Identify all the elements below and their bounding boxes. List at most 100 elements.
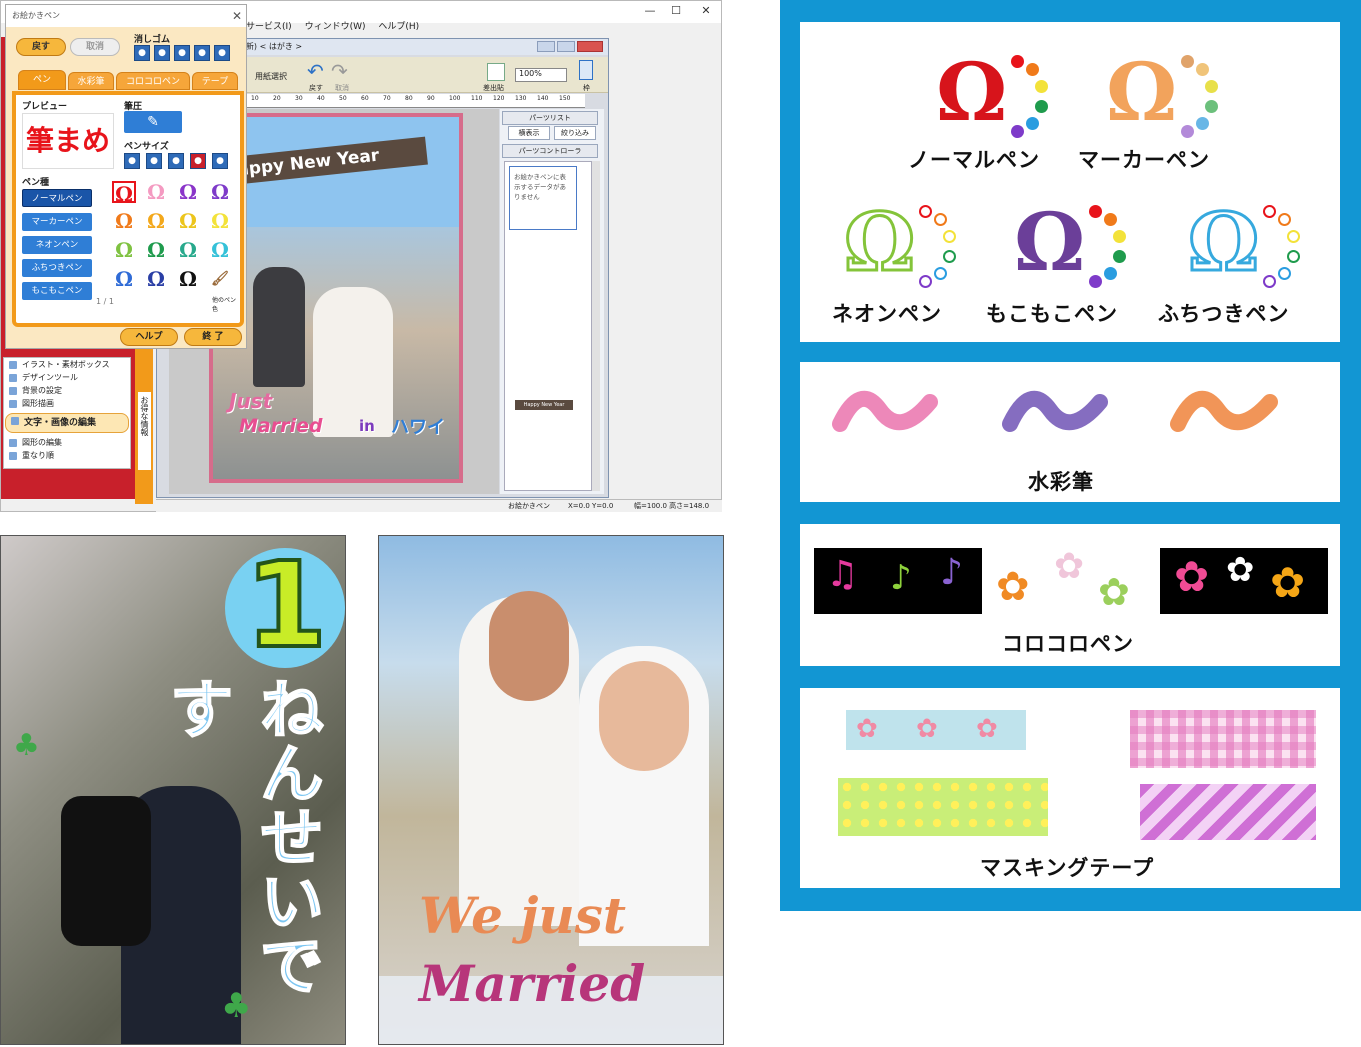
ruler-tick: 100: [449, 95, 461, 102]
palette-close-icon[interactable]: ✕: [232, 9, 242, 23]
parts-list-header: パーツリスト: [502, 111, 598, 125]
pressure-pen-icon[interactable]: ✎: [124, 111, 182, 133]
pen-size-1[interactable]: ●: [124, 153, 140, 169]
eraser-size-3[interactable]: ●: [174, 45, 190, 61]
ruler-tick: 120: [493, 95, 505, 102]
parts-thumb-banner[interactable]: Happy New Year: [515, 400, 573, 410]
help-button[interactable]: ヘルプ: [120, 328, 178, 346]
eraser-size-2[interactable]: ●: [154, 45, 170, 61]
arrow-pattern-tape: [1140, 784, 1316, 840]
tab-watercolor[interactable]: 水彩筆: [68, 72, 114, 90]
color-dot: [1196, 63, 1210, 77]
left-menu: イラスト・素材ボックス デザインツール 背景の設定 図形描画 文字・画像の編集 …: [3, 357, 131, 469]
watercolor-label: 水彩筆: [1028, 469, 1094, 494]
eraser-size-5[interactable]: ●: [214, 45, 230, 61]
postcard-preview[interactable]: appy New Year Just Married in ハワイ: [209, 113, 463, 483]
happy-new-year-banner: appy New Year: [226, 136, 428, 186]
pen-type-fluffy[interactable]: もこもこペン: [22, 282, 92, 300]
music-notes-strip: ♫ ♪ ♪: [814, 548, 982, 614]
redo-icon[interactable]: ↷: [331, 59, 348, 83]
horizontal-view-button[interactable]: 横表示: [508, 126, 550, 140]
clover-icon: ♣: [221, 986, 252, 1026]
brush-box: 水彩筆: [800, 362, 1340, 502]
pen-sample-icon: Ω: [1014, 195, 1086, 289]
pen-type-label: ペン種: [22, 178, 50, 188]
paper-select-button[interactable]: 用紙選択: [255, 71, 287, 82]
doc-close-button[interactable]: [577, 41, 603, 52]
menu-service[interactable]: サービス(I): [246, 22, 292, 32]
pen-color-swatch[interactable]: Ω: [112, 239, 136, 261]
pen-sample-icon: Ω: [936, 45, 1008, 139]
pen-color-swatch[interactable]: Ω: [144, 210, 168, 232]
color-dot: [1278, 266, 1292, 280]
palette-undo-button[interactable]: 戻す: [16, 38, 66, 56]
pen-color-swatch[interactable]: Ω: [144, 181, 168, 203]
zoom-select[interactable]: 100%: [515, 68, 567, 82]
pen-color-swatch[interactable]: Ω: [176, 181, 200, 203]
pen-size-3[interactable]: ●: [168, 153, 184, 169]
side-tab-deals[interactable]: お得な情報: [137, 391, 152, 471]
pen-color-swatch[interactable]: Ω: [176, 210, 200, 232]
music-note-icon: ♪: [890, 558, 912, 598]
eraser-size-1[interactable]: ●: [134, 45, 150, 61]
ruler-tick: 30: [295, 95, 303, 102]
preview-label: プレビュー: [22, 102, 68, 112]
pen-size-4[interactable]: ●: [190, 153, 206, 169]
pen-color-swatch[interactable]: Ω: [176, 239, 200, 261]
parts-controller-header[interactable]: パーツコントローラ: [502, 144, 598, 158]
minimize-button[interactable]: —: [637, 4, 663, 18]
pen-color-swatch[interactable]: Ω: [112, 210, 136, 232]
marker-pen-label: マーカーペン: [1078, 147, 1210, 172]
ruler-tick: 20: [273, 95, 281, 102]
tape-box: ✿ ✿ ✿ マスキングテープ: [800, 688, 1340, 888]
color-dot: [1089, 275, 1103, 289]
menu-item-illust-box[interactable]: イラスト・素材ボックス: [4, 358, 130, 371]
pen-size-2[interactable]: ●: [146, 153, 162, 169]
doc-minimize-button[interactable]: [537, 41, 555, 52]
menu-item-text-image-edit[interactable]: 文字・画像の編集: [5, 413, 129, 433]
tab-tape[interactable]: テープ: [192, 72, 238, 90]
menu-help[interactable]: ヘルプ(H): [378, 22, 419, 32]
pen-color-swatch[interactable]: Ω: [208, 210, 232, 232]
menu-item-design-tool[interactable]: デザインツール: [4, 371, 130, 384]
close-button[interactable]: ✕: [693, 4, 719, 18]
pen-size-5[interactable]: ●: [212, 153, 228, 169]
color-dot: [1112, 230, 1126, 244]
doc-maximize-button[interactable]: [557, 41, 575, 52]
parts-scrollbar[interactable]: [592, 161, 600, 491]
menu-item-shape-draw[interactable]: 図形描画: [4, 397, 130, 410]
pen-color-swatch[interactable]: Ω: [144, 239, 168, 261]
insert-sender-icon[interactable]: [487, 63, 505, 81]
pen-type-neon[interactable]: ネオンペン: [22, 236, 92, 254]
pen-color-swatch[interactable]: Ω: [112, 268, 136, 290]
palette-cancel-button[interactable]: 取消: [70, 38, 120, 56]
pen-color-swatch[interactable]: Ω: [144, 268, 168, 290]
ruler-tick: 40: [317, 95, 325, 102]
pen-color-swatch[interactable]: Ω: [176, 268, 200, 290]
menu-item-background[interactable]: 背景の設定: [4, 384, 130, 397]
page-indicator: 1 / 1: [96, 297, 114, 306]
menu-window[interactable]: ウィンドウ(W): [305, 22, 366, 32]
maximize-button[interactable]: ☐: [663, 4, 689, 18]
tab-roller[interactable]: コロコロペン: [116, 72, 190, 90]
pen-type-normal[interactable]: ノーマルペン: [22, 189, 92, 207]
frame-icon[interactable]: [579, 60, 593, 80]
end-button[interactable]: 終 了: [184, 328, 242, 346]
pen-type-marker[interactable]: マーカーペン: [22, 213, 92, 231]
color-dot: [1011, 54, 1025, 68]
filter-button[interactable]: 絞り込み: [554, 126, 596, 140]
pen-color-swatch[interactable]: Ω: [208, 239, 232, 261]
menu-item-stack-order[interactable]: 重なり順: [4, 449, 130, 462]
undo-icon[interactable]: ↶: [307, 59, 324, 83]
ruler-tick: 60: [361, 95, 369, 102]
tab-pen[interactable]: ペン: [18, 70, 66, 90]
pen-sample-icon: Ω: [1186, 195, 1260, 289]
pen-type-outline[interactable]: ふちつきペン: [22, 259, 92, 277]
pen-color-swatch[interactable]: Ω: [112, 181, 136, 205]
pen-color-swatch[interactable]: 🖌: [208, 268, 232, 290]
flower-icon: ✿: [1098, 570, 1130, 614]
menu-item-shape-edit[interactable]: 図形の編集: [4, 436, 130, 449]
pen-color-swatch[interactable]: Ω: [208, 181, 232, 203]
eraser-size-4[interactable]: ●: [194, 45, 210, 61]
color-dot: [1011, 125, 1025, 139]
